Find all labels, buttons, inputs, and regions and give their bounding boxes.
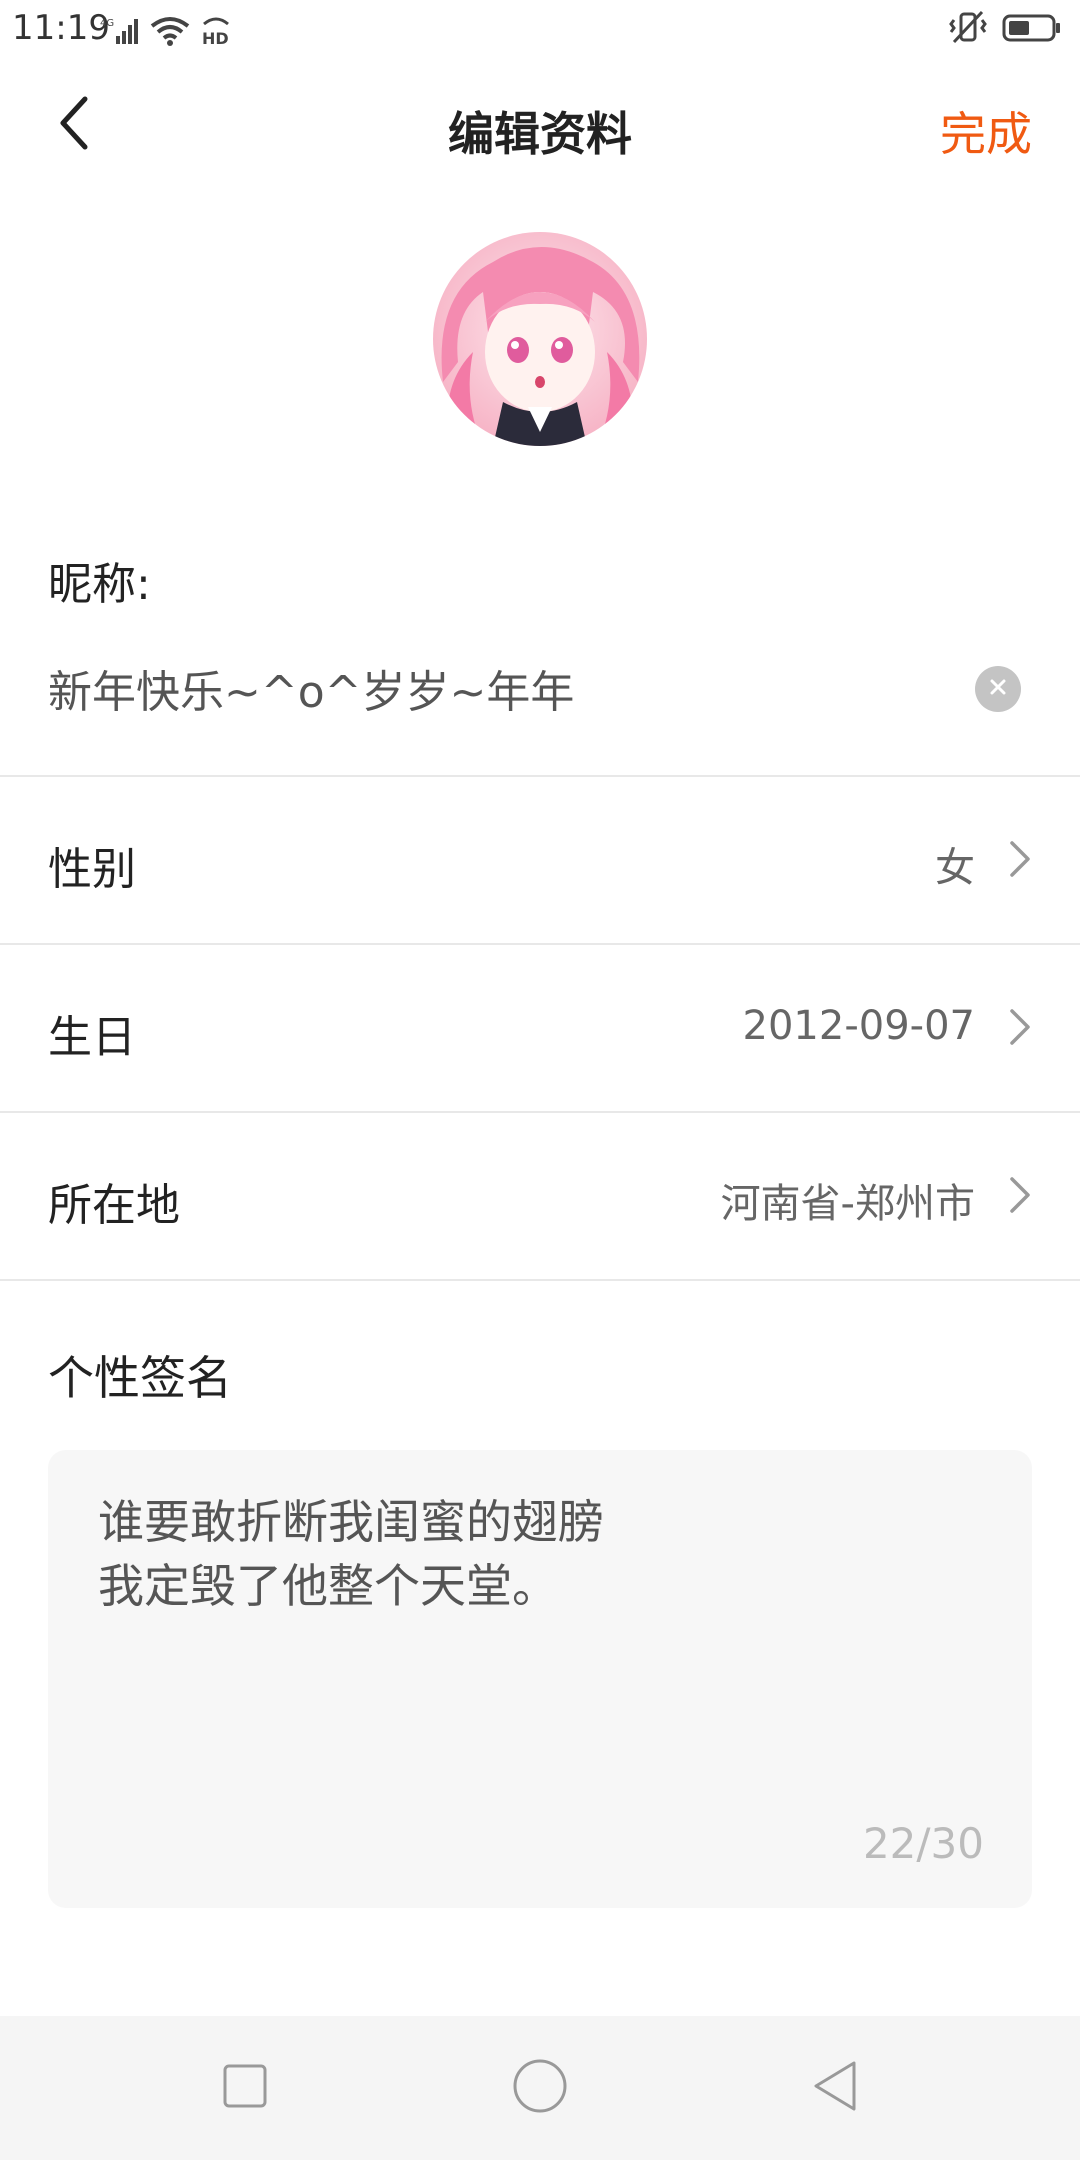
nickname-label: 昵称: — [48, 559, 151, 610]
back-icon — [810, 2059, 860, 2117]
gender-row[interactable]: 性别 女 — [0, 777, 1080, 943]
status-bar: 11:19 4G HD — [0, 0, 1080, 60]
birthday-value: 2012-09-07 — [742, 1003, 975, 1049]
signature-char-counter: 22/30 — [862, 1819, 984, 1868]
battery-icon — [1002, 12, 1062, 48]
signature-textarea[interactable]: 谁要敢折断我闺蜜的翅膀 我定毁了他整个天堂。 22/30 — [48, 1450, 1032, 1908]
home-button[interactable] — [440, 2016, 640, 2160]
location-value: 河南省-郑州市 — [720, 1181, 975, 1227]
status-time: 11:19 — [12, 8, 110, 48]
chevron-right-icon — [1004, 1175, 1034, 1215]
system-nav-bar — [0, 2016, 1080, 2160]
signature-text: 谁要敢折断我闺蜜的翅膀 我定毁了他整个天堂。 — [98, 1495, 604, 1613]
page-title: 编辑资料 — [448, 107, 632, 161]
home-icon — [512, 2058, 568, 2118]
gender-label: 性别 — [48, 844, 136, 895]
done-button[interactable]: 完成 — [940, 98, 1032, 164]
vibrate-icon — [948, 10, 988, 50]
recents-button[interactable] — [145, 2016, 345, 2160]
clear-nickname-button[interactable] — [975, 666, 1021, 712]
app-header: 编辑资料 完成 — [0, 60, 1080, 190]
location-row[interactable]: 所在地 河南省-郑州市 — [0, 1113, 1080, 1279]
nickname-input[interactable] — [48, 662, 948, 713]
chevron-right-icon — [1004, 839, 1034, 879]
signature-label: 个性签名 — [48, 1351, 232, 1405]
close-icon — [989, 678, 1007, 700]
birthday-row[interactable]: 生日 2012-09-07 — [0, 945, 1080, 1111]
nav-back-button[interactable] — [735, 2016, 935, 2160]
recents-icon — [222, 2063, 268, 2113]
svg-text:HD: HD — [202, 29, 229, 46]
chevron-right-icon — [1004, 1007, 1034, 1047]
location-label: 所在地 — [48, 1180, 180, 1231]
gender-value: 女 — [935, 845, 975, 891]
svg-text:4G: 4G — [100, 18, 114, 29]
4g-signal-icon: 4G — [100, 16, 142, 50]
hd-icon: HD — [198, 16, 234, 50]
wifi-icon — [150, 16, 190, 50]
avatar[interactable] — [433, 232, 647, 446]
birthday-label: 生日 — [48, 1012, 136, 1063]
divider — [0, 1279, 1080, 1281]
